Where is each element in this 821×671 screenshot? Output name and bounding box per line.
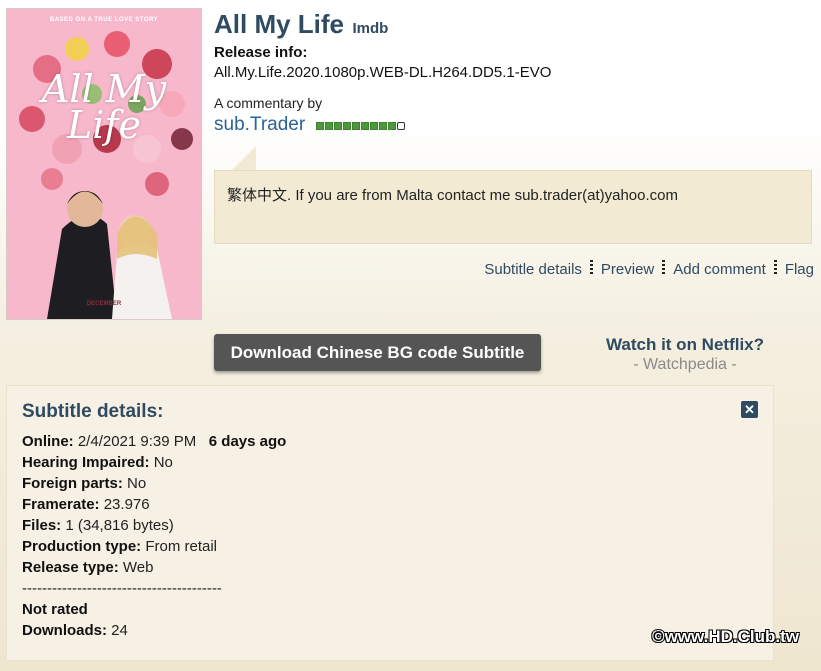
poster-date: DECEMBER (86, 301, 122, 307)
netflix-link[interactable]: Watch it on Netflix? (590, 335, 780, 355)
add-comment-link[interactable]: Add comment (673, 261, 766, 278)
flag-link[interactable]: Flag (785, 261, 814, 278)
detail-files: Files: 1 (34,816 bytes) (22, 517, 174, 534)
action-links: Subtitle details Preview Add comment Flag (484, 260, 814, 278)
details-list: Online: 2/4/2021 9:39 PM 6 days ago Hear… (22, 431, 286, 641)
rank-box-filled (333, 121, 342, 130)
movie-title[interactable]: All My Life (214, 9, 344, 39)
movie-poster[interactable]: BASED ON A TRUE LOVE STORY All My Life D… (6, 8, 202, 320)
release-info-value: All.My.Life.2020.1080p.WEB-DL.H264.DD5.1… (214, 64, 552, 81)
detail-online: Online: 2/4/2021 9:39 PM 6 days ago (22, 433, 287, 450)
detail-separator: ---------------------------------------- (22, 580, 222, 597)
details-title: Subtitle details: (22, 401, 164, 422)
detail-foreign-parts: Foreign parts: No (22, 475, 147, 492)
commentary-label: A commentary by (214, 95, 323, 111)
comment-bubble-tail (230, 146, 256, 172)
rank-box-filled (342, 121, 351, 130)
detail-release-type: Release type: Web (22, 559, 154, 576)
download-subtitle-button[interactable]: Download Chinese BG code Subtitle (214, 334, 541, 371)
comment-text: 繁体中文. If you are from Malta contact me s… (227, 187, 678, 204)
imdb-link[interactable]: Imdb (352, 20, 388, 37)
rank-box-filled (378, 121, 387, 130)
watermark: ©www.HD.Club.tw (652, 627, 799, 646)
separator-icon (589, 260, 593, 276)
detail-downloads: Downloads: 24 (22, 622, 128, 639)
poster-title: All My Life (41, 67, 167, 147)
rank-box-filled (360, 121, 369, 130)
separator-icon (773, 260, 777, 276)
watchpedia-label: - Watchpedia - (633, 356, 737, 373)
comment-box: 繁体中文. If you are from Malta contact me s… (214, 170, 812, 244)
poster-flowers-illustration (19, 31, 193, 319)
rank-box-filled (324, 121, 333, 130)
detail-rating: Not rated (22, 601, 88, 618)
rank-box-filled (315, 121, 324, 130)
separator-icon (662, 260, 666, 276)
subtitle-details-link[interactable]: Subtitle details (484, 261, 582, 278)
rank-box-filled (369, 121, 378, 130)
detail-production-type: Production type: From retail (22, 538, 218, 555)
netflix-box: Watch it on Netflix? - Watchpedia - (590, 335, 780, 374)
close-icon[interactable]: ✕ (741, 401, 758, 418)
uploader-link[interactable]: sub.Trader (214, 114, 305, 135)
uploader-row: sub.Trader (214, 114, 406, 136)
detail-hearing-impaired: Hearing Impaired: No (22, 454, 173, 471)
preview-link[interactable]: Preview (601, 261, 654, 278)
subtitle-details-panel: Subtitle details: ✕ Online: 2/4/2021 9:3… (6, 385, 774, 661)
detail-framerate: Framerate: 23.976 (22, 496, 150, 513)
uploader-rank-icon (315, 121, 406, 130)
rank-box-empty (396, 121, 405, 130)
rank-box-filled (351, 121, 360, 130)
movie-title-row: All My Life Imdb (214, 9, 388, 40)
release-info-label: Release info: (214, 44, 308, 61)
rank-box-filled (387, 121, 396, 130)
